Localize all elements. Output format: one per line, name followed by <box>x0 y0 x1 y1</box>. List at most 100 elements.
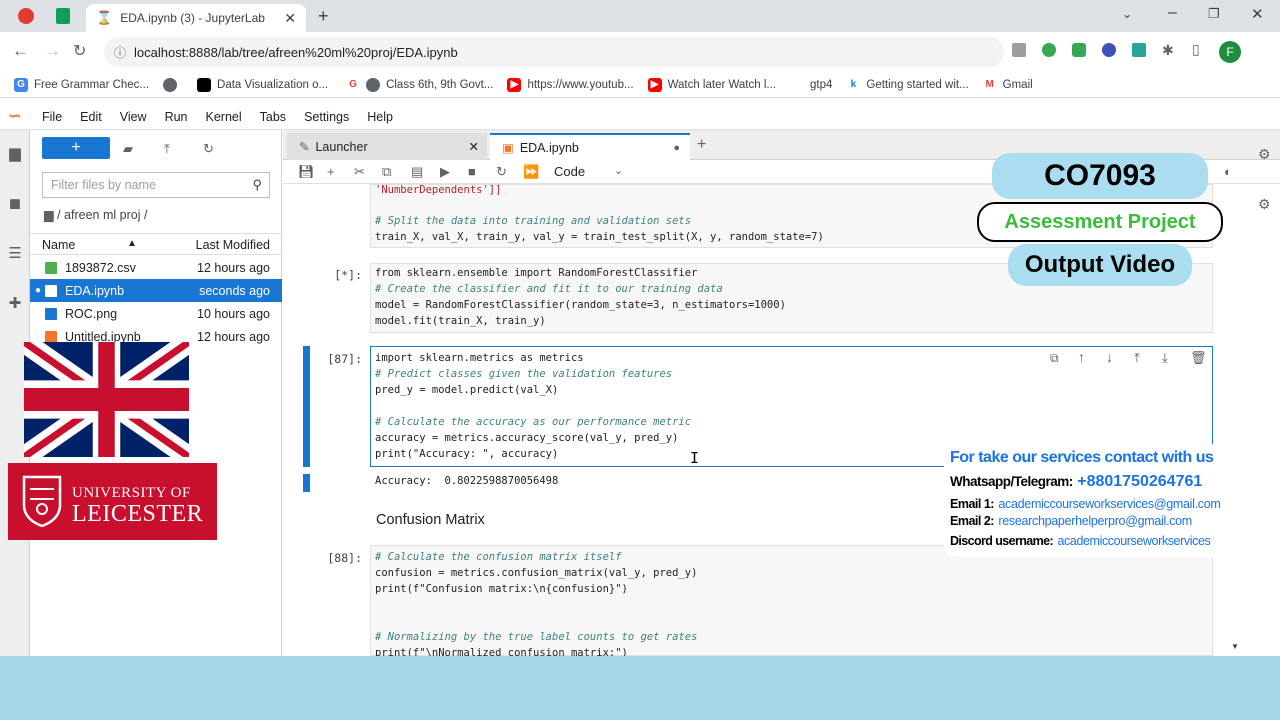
duplicate-cell-icon[interactable]: ⧉ <box>1050 351 1059 366</box>
bookmark-8[interactable]: M Gmail <box>982 77 1033 92</box>
column-name[interactable]: Name <box>42 238 75 252</box>
upload-icon[interactable]: ⤒ <box>164 141 170 157</box>
paste-icon[interactable]: ▤ <box>411 164 423 180</box>
file-row[interactable]: ● EDA.ipynb seconds ago <box>30 279 282 302</box>
insert-below-icon[interactable]: ⤓ <box>1162 350 1168 366</box>
youtube-icon-2: ▶ <box>647 77 662 92</box>
profile-avatar[interactable]: F <box>1219 41 1241 63</box>
folder-icon[interactable]: ▆ <box>6 144 24 162</box>
copy-icon[interactable]: ⧉ <box>382 164 391 180</box>
menu-kernel[interactable]: Kernel <box>206 110 242 124</box>
menu-help[interactable]: Help <box>367 110 393 124</box>
extension-manager-icon[interactable]: ✚ <box>6 294 24 312</box>
delete-cell-icon[interactable]: 🗑︎ <box>1190 350 1207 366</box>
stop-icon[interactable]: ■ <box>468 164 476 179</box>
discord-label: Discord username: <box>950 534 1054 548</box>
save-icon[interactable]: 💾︎ <box>298 164 315 180</box>
close-launcher-icon[interactable]: ✕ <box>469 139 479 154</box>
bookmark-3-label: Class 6th, 9th Govt... <box>386 78 494 91</box>
bookmark-3[interactable]: G Class 6th, 9th Govt... <box>346 77 494 92</box>
chevron-down-icon[interactable]: ⌄ <box>614 164 623 177</box>
window-close-icon[interactable]: ✕ <box>1251 5 1264 23</box>
bookmark-5[interactable]: ▶ Watch later Watch l... <box>647 77 776 92</box>
menu-edit[interactable]: Edit <box>80 110 102 124</box>
reload-icon[interactable]: ↻ <box>73 41 86 61</box>
url-input[interactable]: ⓘ localhost:8888/lab/tree/afreen%20ml%20… <box>104 37 1004 67</box>
bookmark-6[interactable]: gtp4 <box>810 79 832 91</box>
code-line: import sklearn.metrics as metrics <box>375 352 584 364</box>
scroll-down-icon[interactable]: ▼ <box>1231 642 1239 651</box>
file-row[interactable]: 1893872.csv 12 hours ago <box>30 256 282 279</box>
extension-4-icon[interactable] <box>1102 43 1116 57</box>
menu-file[interactable]: File <box>42 110 62 124</box>
tab-eda-notebook[interactable]: ▣ EDA.ipynb ● <box>490 133 690 160</box>
tab-search-icon[interactable]: ⌄ <box>1122 7 1132 21</box>
bookmark-7-label: Getting started wit... <box>866 78 969 91</box>
minimize-icon[interactable]: – <box>1168 4 1177 22</box>
cut-icon[interactable]: ✂ <box>354 164 365 180</box>
output-indicator[interactable] <box>303 474 310 492</box>
column-modified[interactable]: Last Modified <box>196 238 270 252</box>
browser-tab-strip: ⌛ EDA.ipynb (3) - JupyterLab ✕ + ⌄ – ❐ ✕ <box>0 0 1280 32</box>
menu-tabs[interactable]: Tabs <box>260 110 286 124</box>
menu-settings[interactable]: Settings <box>304 110 349 124</box>
tab-launcher[interactable]: ✎ Launcher ✕ <box>287 133 487 160</box>
contact-title: For take our services contact with us <box>950 449 1214 466</box>
move-up-icon[interactable]: ↑ <box>1078 349 1085 365</box>
insert-cell-icon[interactable]: + <box>327 164 335 179</box>
run-all-icon[interactable]: ⏩ <box>523 164 539 180</box>
breadcrumb[interactable]: ▆ / afreen ml proj / <box>44 207 147 222</box>
extension-2-icon[interactable] <box>1042 43 1056 57</box>
unsaved-dot-icon[interactable]: ● <box>673 142 680 154</box>
filter-files-input[interactable]: Filter files by name ⚲ <box>42 172 270 198</box>
add-tab-icon[interactable]: + <box>697 136 706 154</box>
launcher-icon: ✎ <box>299 140 310 154</box>
browser-tab-active[interactable]: ⌛ EDA.ipynb (3) - JupyterLab ✕ <box>86 4 306 32</box>
extension-1-icon[interactable] <box>1012 43 1026 57</box>
file-row[interactable]: ROC.png 10 hours ago <box>30 302 282 325</box>
pinned-tab-icon[interactable] <box>18 8 34 24</box>
code-line: # Split the data into training and valid… <box>375 215 692 227</box>
new-launcher-button[interactable]: + <box>42 137 110 159</box>
university-line1: UNIVERSITY OF <box>72 485 191 501</box>
bookmark-4[interactable]: ▶ https://www.youtub... <box>507 77 634 92</box>
menu-run[interactable]: Run <box>165 110 188 124</box>
breadcrumb-path: / afreen ml proj / <box>57 208 148 222</box>
cell-type-select[interactable]: Code <box>554 164 585 179</box>
property-inspector-icon[interactable]: ⚙ <box>1258 146 1271 163</box>
bookmark-2-icon <box>197 77 212 92</box>
university-logo: UNIVERSITY OF LEICESTER <box>8 463 217 540</box>
bookmark-1[interactable] <box>163 77 183 92</box>
globe-icon-2 <box>366 77 381 92</box>
new-tab-icon[interactable]: + <box>318 6 329 27</box>
bookmark-2[interactable]: Data Visualization o... <box>197 77 328 92</box>
file-name: 1893872.csv <box>65 260 136 275</box>
site-info-icon[interactable]: ⓘ <box>114 44 126 61</box>
forward-icon[interactable]: → <box>44 41 61 61</box>
extension-5-icon[interactable] <box>1132 43 1146 57</box>
output-video-badge: Output Video <box>1008 244 1192 286</box>
close-tab-icon[interactable]: ✕ <box>284 10 296 27</box>
running-icon[interactable]: ◼ <box>6 194 24 212</box>
pinned-tab-sheets-icon[interactable] <box>56 8 70 24</box>
menu-view[interactable]: View <box>120 110 147 124</box>
sidepanel-icon[interactable]: ▯ <box>1192 41 1200 58</box>
extensions-icon[interactable]: ✱ <box>1162 42 1174 59</box>
restart-icon[interactable]: ↻ <box>496 164 507 180</box>
code-line: # Create the classifier and fit it to ou… <box>375 283 723 295</box>
maximize-icon[interactable]: ❐ <box>1208 6 1220 22</box>
debugger-icon[interactable]: ⚙ <box>1258 196 1271 213</box>
extension-3-icon[interactable] <box>1072 43 1086 57</box>
toc-icon[interactable]: ☰ <box>6 244 24 262</box>
code-line: model = RandomForestClassifier(random_st… <box>375 299 786 311</box>
email2-line: Email 2: researchpaperhelperpro@gmail.co… <box>950 512 1192 530</box>
back-icon[interactable]: ← <box>12 41 29 61</box>
new-folder-icon[interactable]: ▰ <box>123 141 133 157</box>
move-down-icon[interactable]: ↓ <box>1106 349 1113 365</box>
bookmark-7[interactable]: k Getting started wit... <box>846 77 969 92</box>
run-icon[interactable]: ▶ <box>440 164 450 180</box>
code-line: # Normalizing by the true label counts t… <box>375 631 698 643</box>
refresh-icon[interactable]: ↻ <box>203 141 214 157</box>
insert-above-icon[interactable]: ⤒ <box>1134 350 1140 366</box>
bookmark-0[interactable]: G Free Grammar Chec... <box>14 77 149 92</box>
